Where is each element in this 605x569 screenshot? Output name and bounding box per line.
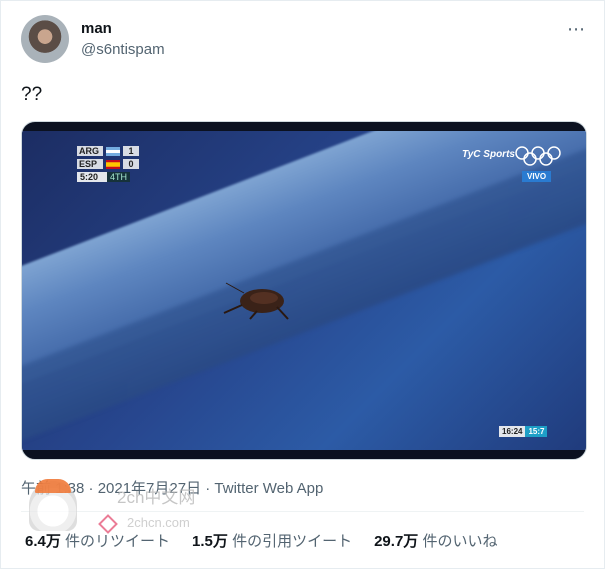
spain-flag-icon [106,159,120,169]
author-handle[interactable]: @s6ntispam [81,41,165,58]
argentina-flag-icon [106,146,120,156]
tweet-stats: 6.4万 件のリツイート 1.5万 件の引用ツイート 29.7万 件のいいね [25,530,497,551]
tweet-video[interactable]: ARG 1 ESP 0 5:20 4TH TyC Sports VIVO 16:… [21,121,587,460]
olympic-rings-icon [515,146,561,166]
timestamp-text[interactable]: 午前 1:38 · 2021年7月27日 · Twitter Web App [21,480,323,497]
stat-label: 件のリツイート [65,533,171,550]
video-frame[interactable]: ARG 1 ESP 0 5:20 4TH TyC Sports VIVO 16:… [22,131,586,450]
stat-value: 6.4万 [25,533,61,550]
game-clock-row: 5:20 4TH [77,171,139,183]
broadcaster-logo: TyC Sports [462,149,515,160]
team-name: ESP [77,159,103,169]
team-score: 1 [123,146,139,156]
retweet-count[interactable]: 6.4万 件のリツイート [25,530,170,551]
author-name[interactable]: man [81,20,112,37]
scoreboard-row: ESP 0 [77,158,139,170]
scoreboard-row: ARG 1 [77,145,139,157]
stat-value: 1.5万 [192,533,228,550]
broadcast-clock: 16:24 15:7 [499,426,548,437]
cockroach-image [223,282,289,320]
tweet-card: man @s6ntispam ⋯ ?? ARG 1 ESP 0 5:20 4TH… [0,0,605,569]
more-dots-icon[interactable]: ⋯ [567,19,586,40]
stat-value: 29.7万 [374,533,419,550]
game-time: 5:20 [77,172,107,182]
team-score: 0 [123,159,139,169]
quote-tweet-count[interactable]: 1.5万 件の引用ツイート [192,530,352,551]
clock-right: 15:7 [525,426,548,437]
divider [21,511,584,512]
stat-label: 件の引用ツイート [232,533,353,550]
team-name: ARG [77,146,103,156]
tweet-timestamp[interactable]: 午前 1:38 · 2021年7月27日 · Twitter Web App [21,477,323,498]
scoreboard: ARG 1 ESP 0 5:20 4TH [77,145,139,184]
game-period: 4TH [107,172,131,182]
clock-left: 16:24 [499,426,526,437]
avatar[interactable] [21,15,69,63]
watermark-url: 2chcn.com [127,515,190,530]
live-badge: VIVO [522,171,552,182]
stat-label: 件のいいね [422,533,498,550]
like-count[interactable]: 29.7万 件のいいね [374,530,497,551]
tweet-text: ?? [21,84,43,105]
